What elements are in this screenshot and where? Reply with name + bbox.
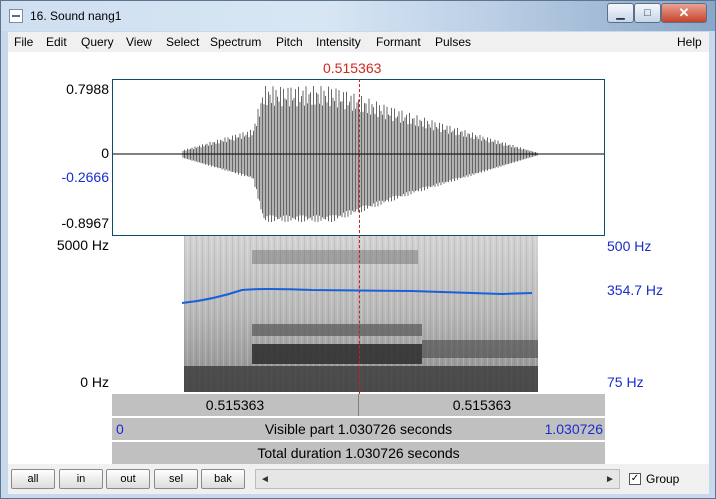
menu-view[interactable]: View: [126, 35, 152, 49]
time-right-segment[interactable]: 0.515363: [359, 394, 605, 416]
menu-intensity[interactable]: Intensity: [316, 35, 361, 49]
zoom-selection-button[interactable]: sel: [154, 469, 198, 489]
wave-cursor-value-label: -0.2666: [61, 169, 109, 185]
group-checkbox[interactable]: ✓: [629, 473, 641, 485]
selection-time-bar: 0.515363 0.515363: [112, 394, 605, 416]
title-bar[interactable]: 16. Sound nang1 ▁ □ ✕: [1, 1, 715, 31]
praat-sound-editor-window: 16. Sound nang1 ▁ □ ✕ File Edit Query Vi…: [0, 0, 716, 499]
spectrogram-low-band: [184, 366, 538, 392]
menu-bar: File Edit Query View Select Spectrum Pit…: [8, 32, 709, 52]
visible-start-label: 0: [116, 421, 124, 437]
visible-end-label: 1.030726: [544, 421, 603, 437]
menu-edit[interactable]: Edit: [46, 35, 67, 49]
visible-part-label: Visible part 1.030726 seconds: [264, 421, 453, 437]
menu-query[interactable]: Query: [81, 35, 114, 49]
maximize-button[interactable]: □: [634, 3, 661, 23]
zoom-in-button[interactable]: in: [59, 469, 103, 489]
menu-select[interactable]: Select: [166, 35, 199, 49]
bottom-toolbar: all in out sel bak ◄ ► ✓ Group: [8, 464, 709, 494]
spectrogram-formant-band: [252, 344, 422, 364]
scroll-left-arrow-icon[interactable]: ◄: [257, 471, 273, 487]
menu-file[interactable]: File: [14, 35, 33, 49]
menu-pitch[interactable]: Pitch: [276, 35, 303, 49]
menu-pulses[interactable]: Pulses: [435, 35, 471, 49]
group-checkbox-label: Group: [646, 472, 680, 486]
time-scrollbar[interactable]: ◄ ►: [255, 469, 620, 489]
wave-ymin-label: -0.8967: [61, 215, 109, 231]
spectrogram-formant-band: [252, 324, 422, 336]
scroll-right-arrow-icon[interactable]: ►: [602, 471, 618, 487]
menu-spectrum[interactable]: Spectrum: [210, 35, 261, 49]
total-duration-bar[interactable]: Total duration 1.030726 seconds: [112, 442, 605, 464]
pitch-current-label: 354.7 Hz: [607, 282, 664, 298]
window-title: 16. Sound nang1: [30, 9, 122, 23]
close-button[interactable]: ✕: [661, 3, 707, 23]
cursor-time-label: 0.515363: [323, 60, 382, 76]
zoom-all-button[interactable]: all: [11, 469, 55, 489]
zoom-back-button[interactable]: bak: [201, 469, 245, 489]
time-cursor-line: [359, 79, 360, 394]
spectrogram-formant-band: [422, 340, 538, 358]
sound-window-icon: [9, 9, 23, 23]
spec-freq-min-label: 0 Hz: [80, 374, 109, 390]
minimize-button[interactable]: ▁: [607, 3, 634, 23]
zoom-out-button[interactable]: out: [106, 469, 150, 489]
spectrogram-formant-band: [252, 250, 418, 264]
pitch-max-label: 500 Hz: [607, 238, 652, 254]
time-left-segment[interactable]: 0.515363: [112, 394, 358, 416]
menu-help[interactable]: Help: [677, 35, 702, 49]
menu-formant[interactable]: Formant: [376, 35, 421, 49]
pitch-min-label: 75 Hz: [607, 374, 644, 390]
wave-zero-label: 0: [101, 145, 109, 161]
wave-ymax-label: 0.7988: [66, 81, 109, 97]
visible-part-bar[interactable]: Visible part 1.030726 seconds 0 1.030726: [112, 418, 605, 440]
spec-freq-max-label: 5000 Hz: [56, 237, 109, 253]
